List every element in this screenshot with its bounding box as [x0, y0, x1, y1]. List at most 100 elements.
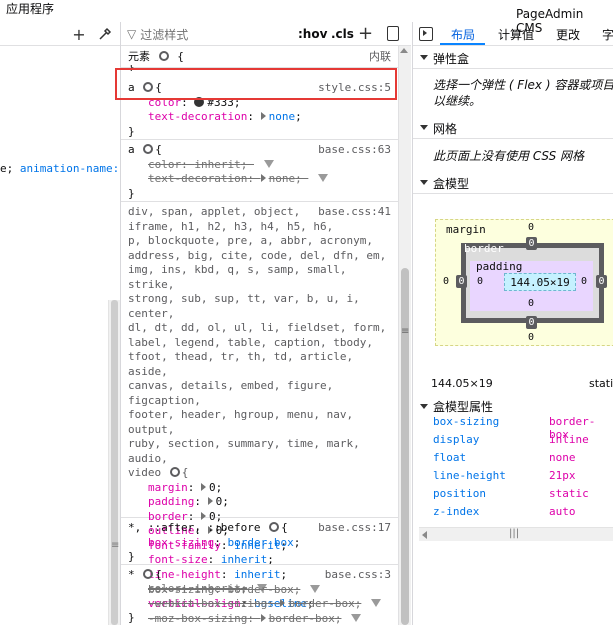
selector-line: footer, header, hgroup, menu, nav, outpu…: [128, 408, 354, 436]
declaration-overridden[interactable]: -moz-box-sizing: border-box;: [128, 612, 393, 625]
prop-value[interactable]: border-box: [227, 536, 293, 549]
flexbox-section-header[interactable]: 弹性盒: [413, 47, 613, 69]
prop-name[interactable]: -moz-box-sizing: [148, 612, 247, 625]
prop-value[interactable]: 0: [216, 495, 223, 508]
expand-arrow-icon[interactable]: [260, 613, 266, 622]
tab-computed[interactable]: 计算值: [498, 26, 534, 43]
filter-placeholder: 过滤样式: [140, 27, 189, 42]
prop-name[interactable]: text-decoration: [148, 110, 247, 123]
selector-line: canvas, details, embed, figure, figcapti…: [128, 379, 334, 407]
rules-scrollbar[interactable]: ≡: [398, 46, 411, 625]
declaration-overridden[interactable]: color: inherit;: [128, 158, 393, 173]
prop-name[interactable]: box-sizing: [148, 583, 214, 596]
filter-icon[interactable]: [318, 174, 329, 182]
box-prop-row: line-height 21px: [433, 469, 613, 487]
margin-bottom-value[interactable]: 0: [528, 332, 534, 343]
box-props-header[interactable]: 盒模型属性: [420, 398, 613, 416]
box-model-section-header[interactable]: 盒模型: [413, 172, 613, 194]
expand-arrow-icon[interactable]: [201, 482, 206, 491]
border-top-value[interactable]: 0: [526, 237, 537, 250]
gear-icon[interactable]: [143, 144, 154, 154]
horizontal-scrollbar[interactable]: |||: [419, 527, 613, 541]
prop-name[interactable]: -webkit-box-sizing: [148, 597, 267, 610]
rules-scroll-thumb[interactable]: [401, 268, 409, 625]
grip-icon: ≡: [111, 540, 120, 551]
expand-arrow-icon[interactable]: [260, 174, 266, 182]
add-rule-icon[interactable]: +: [358, 23, 373, 44]
prop-name[interactable]: padding: [148, 495, 194, 508]
prop-name: display: [433, 433, 480, 446]
rule-close-brace: }: [128, 550, 135, 563]
filter-icon[interactable]: [263, 159, 274, 168]
prop-name[interactable]: text-decoration: [148, 172, 247, 185]
active-tab-indicator: [440, 43, 485, 45]
left-scroll-thumb[interactable]: [111, 300, 118, 625]
declaration[interactable]: text-decoration: none;: [128, 110, 393, 125]
prop-value[interactable]: 0: [209, 481, 216, 494]
gear-icon[interactable]: [169, 467, 180, 477]
element-rule: 元素 { 内联 }: [121, 47, 399, 71]
gear-icon[interactable]: [158, 51, 169, 61]
padding-right-value[interactable]: 0: [581, 276, 587, 287]
declaration-overridden[interactable]: text-decoration: none;: [128, 172, 393, 187]
tab-layout[interactable]: 布局: [451, 26, 475, 43]
rule-close-brace: }: [128, 186, 135, 200]
rule-source: 内联: [369, 50, 391, 63]
prop-value[interactable]: border-box: [227, 583, 293, 596]
gear-icon[interactable]: [269, 522, 280, 532]
prop-value[interactable]: border-box: [288, 597, 354, 610]
prop-value[interactable]: none: [269, 172, 296, 185]
hov-toggle[interactable]: :hov: [298, 27, 327, 41]
expand-arrow-icon[interactable]: [207, 497, 213, 505]
rule-source-link[interactable]: base.css:41: [318, 205, 391, 220]
border-left-value[interactable]: 0: [456, 275, 467, 288]
declaration-overridden[interactable]: box-sizing: border-box;: [128, 583, 393, 598]
margin-label: margin: [446, 223, 486, 236]
margin-left-value[interactable]: 0: [443, 276, 449, 287]
tab-changes[interactable]: 更改: [556, 26, 580, 43]
padding-bottom-value[interactable]: 0: [528, 298, 534, 309]
filter-icon[interactable]: [310, 584, 321, 593]
declaration[interactable]: padding: 0;: [128, 495, 393, 510]
border-bottom-value[interactable]: 0: [526, 316, 537, 329]
rule-source-link[interactable]: base.css:3: [325, 568, 391, 583]
selector-line: dl, dt, dd, ol, ul, li, fieldset, form,: [128, 321, 387, 334]
print-simulation-icon[interactable]: [387, 26, 399, 41]
rule-source-link[interactable]: base.css:17: [318, 521, 391, 536]
declaration[interactable]: box-sizing: border-box;: [128, 536, 393, 551]
filter-icon[interactable]: [371, 599, 382, 607]
filter-icon[interactable]: [351, 613, 362, 622]
prop-name[interactable]: margin: [148, 481, 188, 494]
left-scrollbar[interactable]: [108, 300, 120, 625]
prop-name[interactable]: box-sizing: [148, 536, 214, 549]
scroll-left-arrow-icon[interactable]: [422, 531, 427, 539]
selector-line: img, ins, kbd, q, s, samp, small, strike…: [128, 263, 347, 291]
margin-top-value[interactable]: 0: [528, 222, 534, 233]
padding-left-value[interactable]: 0: [477, 276, 483, 287]
add-icon[interactable]: +: [70, 25, 88, 44]
declaration[interactable]: margin: 0;: [128, 481, 393, 496]
box-prop-row: float none: [433, 451, 613, 469]
box-model-content[interactable]: 144.05×19: [504, 273, 576, 291]
rule-source-link[interactable]: base.css:63: [318, 143, 391, 158]
expand-arrow-icon[interactable]: [260, 112, 266, 120]
tab-fonts[interactable]: 字: [602, 26, 613, 43]
declaration-overridden[interactable]: -webkit-box-sizing: border-box;: [128, 597, 393, 612]
border-right-value[interactable]: 0: [596, 275, 607, 288]
scroll-up-arrow-icon[interactable]: [400, 48, 408, 53]
gear-icon[interactable]: [143, 569, 154, 579]
cls-toggle[interactable]: .cls: [331, 27, 354, 41]
prop-value[interactable]: inherit: [194, 158, 240, 171]
filter-icon: ▽: [127, 27, 137, 41]
collapse-arrow-icon: [420, 404, 428, 409]
expand-arrow-icon[interactable]: [280, 599, 286, 607]
selector-line: tfoot, thead, tr, th, td, article, aside…: [128, 350, 354, 378]
filter-styles-input[interactable]: ▽ 过滤样式: [127, 26, 287, 42]
prop-value[interactable]: none: [269, 110, 296, 123]
prop-name[interactable]: color: [148, 158, 181, 171]
eyedropper-icon[interactable]: [96, 25, 114, 43]
box-prop-row: position static: [433, 487, 613, 505]
prop-value[interactable]: border-box: [269, 612, 335, 625]
toggle-panel-icon[interactable]: [419, 27, 433, 41]
grid-section-header[interactable]: 网格: [413, 117, 613, 139]
